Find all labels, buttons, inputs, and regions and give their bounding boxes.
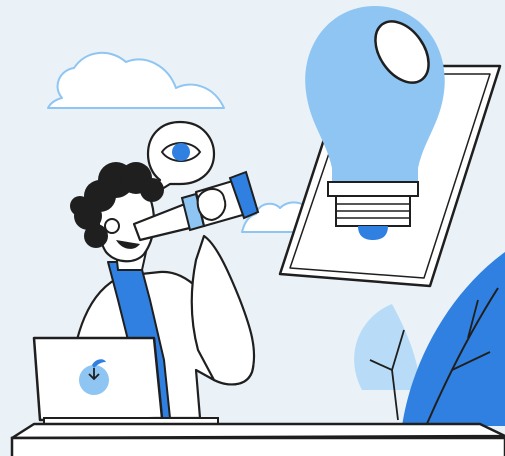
illustration-canvas — [10, 6, 505, 456]
hero-illustration — [0, 0, 505, 456]
eye-icon — [160, 142, 202, 162]
desk — [10, 422, 505, 456]
cloud-icon — [47, 51, 225, 109]
